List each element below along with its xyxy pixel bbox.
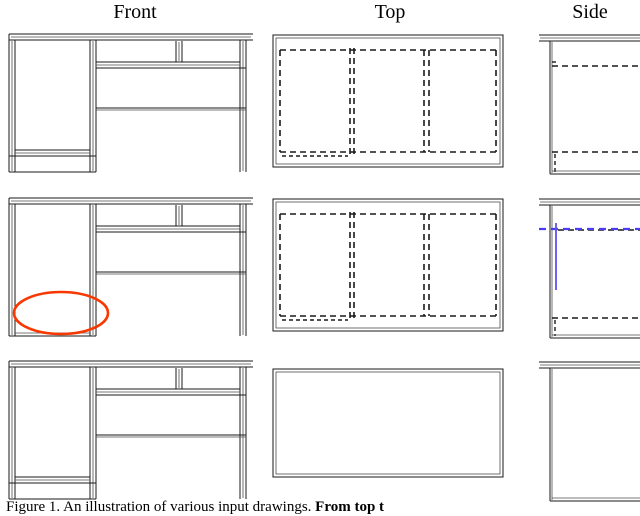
front-view-drawing-1: [8, 33, 253, 173]
row-1-top-view: [272, 34, 504, 168]
annotation-ellipse: [12, 290, 110, 336]
side-view-drawing-3: [539, 361, 640, 502]
caption-text: An illustration of various input drawing…: [63, 499, 312, 515]
front-view-drawing-2: [8, 197, 253, 337]
row-2-front-view: [8, 196, 254, 346]
side-view-drawing-1: [539, 34, 640, 175]
top-view-drawing-3: [272, 368, 504, 478]
column-headers: Front Top Side: [0, 0, 640, 26]
front-view-drawing-3: [8, 360, 253, 500]
row-3-front-view: [8, 359, 254, 509]
side-view-drawing-2: [539, 198, 640, 339]
caption-bold-tail: From top t: [315, 499, 385, 515]
row-3-side-view: [538, 359, 640, 507]
drawing-grid: [0, 26, 640, 502]
row-2-top-view: [272, 198, 504, 332]
top-view-drawing-2: [272, 198, 504, 332]
row-3-top-view: [272, 368, 504, 478]
top-view-drawing-1: [272, 34, 504, 168]
figure-container: Front Top Side Figure 1. An illustration…: [0, 0, 640, 516]
column-header-side: Side: [572, 1, 608, 23]
row-2-side-view: [538, 196, 640, 344]
row-1-side-view: [538, 32, 640, 180]
figure-caption: Figure 1. An illustration of various inp…: [6, 498, 638, 516]
column-header-top: Top: [374, 1, 406, 23]
column-header-front: Front: [113, 1, 157, 23]
caption-label: Figure 1.: [6, 499, 61, 515]
row-1-front-view: [8, 32, 254, 182]
